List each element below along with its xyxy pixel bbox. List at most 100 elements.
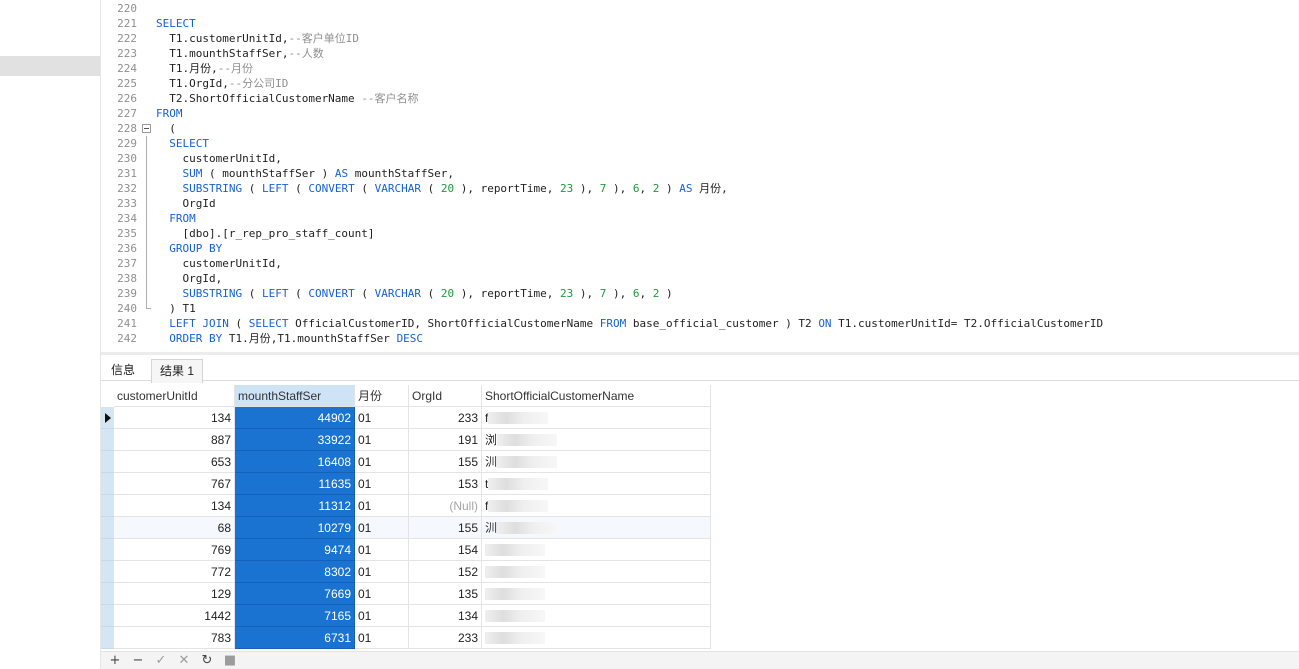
table-row[interactable]: 134 11312 01 (Null) f — [101, 495, 711, 517]
cell-customer-unit-id[interactable]: 783 — [114, 627, 235, 649]
cell-short-official-customer-name[interactable]: 浏 — [482, 429, 711, 451]
code-line[interactable]: 236 GROUP BY — [101, 241, 1299, 256]
table-row[interactable]: 68 10279 01 155 汌 — [101, 517, 711, 539]
cell-org-id[interactable]: 153 — [409, 473, 482, 495]
cell-short-official-customer-name[interactable] — [482, 561, 711, 583]
cell-mounth-staff-ser[interactable]: 10279 — [235, 517, 355, 539]
code-line[interactable]: 231 SUM ( mounthStaffSer ) AS mounthStaf… — [101, 166, 1299, 181]
code-line[interactable]: 224 T1.月份,--月份 — [101, 61, 1299, 76]
table-row[interactable]: 783 6731 01 233 — [101, 627, 711, 649]
code-line[interactable]: 237 customerUnitId, — [101, 256, 1299, 271]
cell-customer-unit-id[interactable]: 767 — [114, 473, 235, 495]
row-indicator[interactable] — [101, 495, 114, 517]
cell-mounth-staff-ser[interactable]: 7165 — [235, 605, 355, 627]
row-indicator[interactable] — [101, 407, 114, 429]
code-line[interactable]: 222 T1.customerUnitId,--客户单位ID — [101, 31, 1299, 46]
cell-mounth-staff-ser[interactable]: 11312 — [235, 495, 355, 517]
code-line[interactable]: 225 T1.OrgId,--分公司ID — [101, 76, 1299, 91]
cell-short-official-customer-name[interactable] — [482, 605, 711, 627]
table-row[interactable]: 887 33922 01 191 浏 — [101, 429, 711, 451]
delete-record-icon[interactable]: − — [129, 652, 147, 669]
code-line[interactable]: 242 ORDER BY T1.月份,T1.mounthStaffSer DES… — [101, 331, 1299, 346]
cell-month[interactable]: 01 — [355, 561, 409, 583]
tab-info[interactable]: 信息 — [103, 359, 143, 383]
discard-changes-icon[interactable]: ✕ — [175, 652, 193, 669]
cell-customer-unit-id[interactable]: 653 — [114, 451, 235, 473]
cell-short-official-customer-name[interactable] — [482, 627, 711, 649]
table-row[interactable]: 772 8302 01 152 — [101, 561, 711, 583]
cell-short-official-customer-name[interactable] — [482, 583, 711, 605]
cell-customer-unit-id[interactable]: 769 — [114, 539, 235, 561]
table-row[interactable]: 769 9474 01 154 — [101, 539, 711, 561]
cell-org-id[interactable]: 152 — [409, 561, 482, 583]
column-header-org-id[interactable]: OrgId — [409, 385, 482, 407]
cell-month[interactable]: 01 — [355, 473, 409, 495]
cell-month[interactable]: 01 — [355, 407, 409, 429]
cell-customer-unit-id[interactable]: 772 — [114, 561, 235, 583]
code-line[interactable]: 239 SUBSTRING ( LEFT ( CONVERT ( VARCHAR… — [101, 286, 1299, 301]
cell-short-official-customer-name[interactable]: t — [482, 473, 711, 495]
row-indicator[interactable] — [101, 517, 114, 539]
cell-org-id[interactable]: 155 — [409, 451, 482, 473]
column-header-short-official-customer-name[interactable]: ShortOfficialCustomerName — [482, 385, 711, 407]
column-header-month[interactable]: 月份 — [355, 385, 409, 407]
cell-org-id[interactable]: 154 — [409, 539, 482, 561]
code-line[interactable]: 228 ( — [101, 121, 1299, 136]
column-header-mounth-staff-ser[interactable]: mounthStaffSer — [235, 385, 355, 407]
column-header-customer-unit-id[interactable]: customerUnitId — [114, 385, 235, 407]
code-line[interactable]: 223 T1.mounthStaffSer,--人数 — [101, 46, 1299, 61]
cell-short-official-customer-name[interactable]: f — [482, 495, 711, 517]
cell-mounth-staff-ser[interactable]: 11635 — [235, 473, 355, 495]
stop-icon[interactable]: ■ — [221, 652, 239, 669]
row-indicator[interactable] — [101, 539, 114, 561]
cell-short-official-customer-name[interactable]: f — [482, 407, 711, 429]
cell-customer-unit-id[interactable]: 887 — [114, 429, 235, 451]
code-line[interactable]: 221 SELECT — [101, 16, 1299, 31]
cell-short-official-customer-name[interactable]: 汌 — [482, 517, 711, 539]
cell-month[interactable]: 01 — [355, 495, 409, 517]
fold-toggle-icon[interactable] — [142, 121, 151, 136]
cell-org-id[interactable]: 191 — [409, 429, 482, 451]
refresh-icon[interactable]: ↻ — [198, 652, 216, 669]
cell-short-official-customer-name[interactable] — [482, 539, 711, 561]
table-row[interactable]: 767 11635 01 153 t — [101, 473, 711, 495]
cell-customer-unit-id[interactable]: 1442 — [114, 605, 235, 627]
apply-changes-icon[interactable]: ✓ — [152, 652, 170, 669]
cell-month[interactable]: 01 — [355, 583, 409, 605]
cell-month[interactable]: 01 — [355, 429, 409, 451]
code-line[interactable]: 235 [dbo].[r_rep_pro_staff_count] — [101, 226, 1299, 241]
cell-org-id[interactable]: 233 — [409, 627, 482, 649]
code-line[interactable]: 233 OrgId — [101, 196, 1299, 211]
table-row[interactable]: 653 16408 01 155 汌 — [101, 451, 711, 473]
code-line[interactable]: 227 FROM — [101, 106, 1299, 121]
row-indicator[interactable] — [101, 473, 114, 495]
cell-mounth-staff-ser[interactable]: 44902 — [235, 407, 355, 429]
row-indicator[interactable] — [101, 627, 114, 649]
cell-month[interactable]: 01 — [355, 605, 409, 627]
cell-month[interactable]: 01 — [355, 539, 409, 561]
cell-month[interactable]: 01 — [355, 451, 409, 473]
cell-customer-unit-id[interactable]: 68 — [114, 517, 235, 539]
code-line[interactable]: 226 T2.ShortOfficialCustomerName --客户名称 — [101, 91, 1299, 106]
row-indicator[interactable] — [101, 605, 114, 627]
code-line[interactable]: 240 ) T1 — [101, 301, 1299, 316]
sql-editor[interactable]: 220 221 SELECT 222 T1.customerUnitId,--客户单位… — [101, 0, 1299, 352]
cell-month[interactable]: 01 — [355, 627, 409, 649]
table-row[interactable]: 129 7669 01 135 — [101, 583, 711, 605]
cell-mounth-staff-ser[interactable]: 9474 — [235, 539, 355, 561]
code-line[interactable]: 234 FROM — [101, 211, 1299, 226]
cell-mounth-staff-ser[interactable]: 33922 — [235, 429, 355, 451]
row-indicator[interactable] — [101, 429, 114, 451]
code-line[interactable]: 220 — [101, 1, 1299, 16]
table-row[interactable]: 1442 7165 01 134 — [101, 605, 711, 627]
code-line[interactable]: 232 SUBSTRING ( LEFT ( CONVERT ( VARCHAR… — [101, 181, 1299, 196]
cell-customer-unit-id[interactable]: 129 — [114, 583, 235, 605]
cell-customer-unit-id[interactable]: 134 — [114, 407, 235, 429]
cell-mounth-staff-ser[interactable]: 7669 — [235, 583, 355, 605]
row-indicator[interactable] — [101, 451, 114, 473]
cell-short-official-customer-name[interactable]: 汌 — [482, 451, 711, 473]
cell-mounth-staff-ser[interactable]: 6731 — [235, 627, 355, 649]
result-grid[interactable]: customerUnitId mounthStaffSer 月份 OrgId Short… — [101, 385, 711, 649]
cell-mounth-staff-ser[interactable]: 16408 — [235, 451, 355, 473]
cell-mounth-staff-ser[interactable]: 8302 — [235, 561, 355, 583]
